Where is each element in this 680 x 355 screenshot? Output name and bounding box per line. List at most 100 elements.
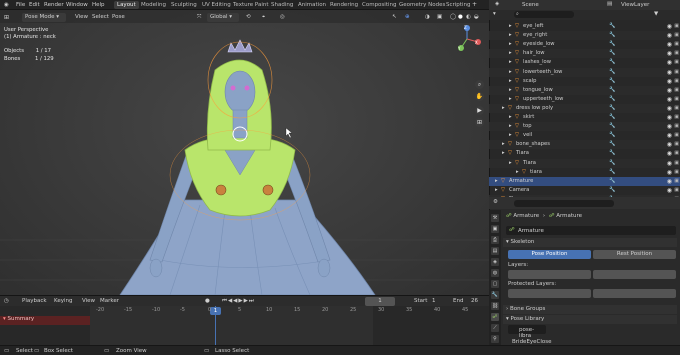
bone-control-right[interactable] <box>262 184 274 196</box>
workspace-tab-layout[interactable]: Layout <box>114 1 139 9</box>
editor-type-icon[interactable]: ⊞ <box>4 13 9 22</box>
visibility-eye-icon[interactable]: ◉ <box>667 122 672 131</box>
render-camera-icon[interactable]: ▣ <box>674 177 679 186</box>
menu-window[interactable]: Window <box>66 2 88 8</box>
expand-arrow-icon[interactable]: ▸ <box>509 131 512 140</box>
current-frame-field[interactable]: 1 <box>365 297 395 306</box>
outliner-row[interactable]: ▸ ▽ veil 🔧 ◉ ▣ <box>489 131 680 140</box>
render-camera-icon[interactable]: ▣ <box>674 31 679 40</box>
filter-icon[interactable]: ▼ <box>654 11 658 17</box>
bone-layers-grid[interactable] <box>508 270 591 279</box>
visibility-eye-icon[interactable]: ◉ <box>667 86 672 95</box>
expand-arrow-icon[interactable]: ▸ <box>509 40 512 49</box>
outliner-row[interactable]: ▸ ▽ eyeside_low 🔧 ◉ ▣ <box>489 40 680 49</box>
pose-library-panel-header[interactable]: ▾ Pose Library <box>503 315 677 324</box>
expand-arrow-icon[interactable]: ▸ <box>495 177 498 186</box>
outliner-row[interactable]: ▸ ▽ Tiara 🔧 ◉ ▣ <box>489 149 680 158</box>
visibility-eye-icon[interactable]: ◉ <box>667 140 672 149</box>
armature-data-selector[interactable]: ☍ Armature <box>506 226 676 235</box>
render-camera-icon[interactable]: ▣ <box>674 68 679 77</box>
workspace-tab-geometry-nodes[interactable]: Geometry Nodes <box>396 1 448 9</box>
viewport-menu-pose[interactable]: Pose <box>112 13 125 22</box>
shading-material-icon[interactable]: ◐ <box>466 13 471 22</box>
workspace-tab-sculpting[interactable]: Sculpting <box>168 1 200 9</box>
expand-arrow-icon[interactable]: ▸ <box>516 168 519 177</box>
outliner-row[interactable]: ▸ ▽ tongue_low 🔧 ◉ ▣ <box>489 85 680 95</box>
viewport-menu-view[interactable]: View <box>75 13 88 22</box>
bone-layers-grid-2[interactable] <box>593 270 676 279</box>
navigation-gizmo[interactable] <box>452 24 482 54</box>
pose-library-selector[interactable]: pose-libra <box>508 325 546 339</box>
skeleton-panel-header[interactable]: ▾ Skeleton <box>503 238 677 247</box>
playhead-frame[interactable]: 1 <box>210 307 221 315</box>
bone-control-left[interactable] <box>215 184 227 196</box>
end-frame-value[interactable]: 26 <box>471 298 478 304</box>
shading-wireframe-icon[interactable]: ◯ <box>450 13 456 22</box>
tool-tab-icon[interactable]: ⚒ <box>491 214 499 222</box>
render-camera-icon[interactable]: ▣ <box>674 22 679 31</box>
expand-arrow-icon[interactable]: ▸ <box>509 31 512 40</box>
workspace-tab-uv-editing[interactable]: UV Editing <box>199 1 234 9</box>
expand-arrow-icon[interactable]: ▸ <box>502 104 505 113</box>
workspace-tab-shading[interactable]: Shading <box>268 1 296 9</box>
object-tab-icon[interactable]: ▢ <box>491 280 499 288</box>
expand-arrow-icon[interactable]: ▸ <box>502 140 505 149</box>
viewport-menu-select[interactable]: Select <box>92 13 109 22</box>
mode-selector[interactable]: Pose Mode ▾ <box>22 13 66 22</box>
workspace-tab-scripting[interactable]: Scripting <box>443 1 473 9</box>
view-layer-tab-icon[interactable]: ▤ <box>491 247 499 255</box>
summary-channel[interactable]: ▾ Summary <box>0 316 90 325</box>
visibility-eye-icon[interactable]: ◉ <box>667 95 672 104</box>
shading-solid-icon[interactable]: ● <box>458 13 463 22</box>
timeline-menu-keying[interactable]: Keying <box>54 298 72 304</box>
render-camera-icon[interactable]: ▣ <box>674 49 679 58</box>
workspace-tab-compositing[interactable]: Compositing <box>359 1 399 9</box>
render-camera-icon[interactable]: ▣ <box>674 95 679 104</box>
expand-arrow-icon[interactable]: ▸ <box>495 186 498 195</box>
protected-layers-grid[interactable] <box>508 289 591 298</box>
workspace-tab-modeling[interactable]: Modeling <box>138 1 169 9</box>
outliner-row[interactable]: ▸ ▽ Tiara 🔧 ◉ ▣ <box>489 158 680 168</box>
visibility-eye-icon[interactable]: ◉ <box>667 168 672 177</box>
selectability-icon[interactable]: ↖ <box>392 13 397 22</box>
outliner-row[interactable]: ▸ ▽ eye_right 🔧 ◉ ▣ <box>489 31 680 41</box>
outliner-row[interactable]: ▸ ▽ eye_left 🔧 ◉ ▣ <box>489 22 680 31</box>
visibility-eye-icon[interactable]: ◉ <box>667 68 672 77</box>
outliner-search-input[interactable] <box>514 11 574 18</box>
expand-arrow-icon[interactable]: ▸ <box>509 113 512 122</box>
blender-logo-icon[interactable]: ◉ <box>4 2 9 8</box>
start-frame-value[interactable]: 1 <box>432 298 436 304</box>
properties-search-input[interactable] <box>514 200 614 207</box>
render-camera-icon[interactable]: ▣ <box>674 131 679 140</box>
expand-arrow-icon[interactable]: ▸ <box>509 68 512 77</box>
visibility-eye-icon[interactable]: ◉ <box>667 113 672 122</box>
timeline-menu-marker[interactable]: Marker <box>100 298 119 304</box>
playback-controls[interactable]: ⏮◀◀▶▶⏭ <box>222 298 255 305</box>
bone-groups-panel-header[interactable]: › Bone Groups <box>503 305 677 314</box>
visibility-eye-icon[interactable]: ◉ <box>667 49 672 58</box>
pan-hand-icon[interactable]: ✋ <box>475 92 484 101</box>
snap-icon[interactable]: ⌖ <box>262 13 265 22</box>
view-layer-name[interactable]: ViewLayer <box>621 2 649 8</box>
render-camera-icon[interactable]: ▣ <box>674 58 679 67</box>
outliner-row[interactable]: ▸ ▽ scalp 🔧 ◉ ▣ <box>489 77 680 86</box>
outliner-row[interactable]: ▸ ▽ top 🔧 ◉ ▣ <box>489 122 680 132</box>
expand-arrow-icon[interactable]: ▸ <box>509 95 512 104</box>
menu-render[interactable]: Render <box>44 2 64 8</box>
pose-position-button[interactable]: Pose Position <box>508 250 591 259</box>
visibility-eye-icon[interactable]: ◉ <box>667 22 672 31</box>
rest-position-button[interactable]: Rest Position <box>593 250 676 259</box>
expand-arrow-icon[interactable]: ▸ <box>509 22 512 31</box>
outliner-row[interactable]: ▸ ▽ skirt 🔧 ◉ ▣ <box>489 113 680 122</box>
protected-layers-grid-2[interactable] <box>593 289 676 298</box>
expand-arrow-icon[interactable]: ▸ <box>509 122 512 131</box>
visibility-eye-icon[interactable]: ◉ <box>667 58 672 67</box>
render-camera-icon[interactable]: ▣ <box>674 104 679 113</box>
zoom-icon[interactable]: ⌕ <box>475 80 484 89</box>
render-camera-icon[interactable]: ▣ <box>674 77 679 86</box>
shading-rendered-icon[interactable]: ◒ <box>474 13 479 22</box>
workspace-tab-texture-paint[interactable]: Texture Paint <box>230 1 272 9</box>
visibility-eye-icon[interactable]: ◉ <box>667 149 672 158</box>
visibility-eye-icon[interactable]: ◉ <box>667 40 672 49</box>
expand-arrow-icon[interactable]: ▸ <box>509 86 512 95</box>
